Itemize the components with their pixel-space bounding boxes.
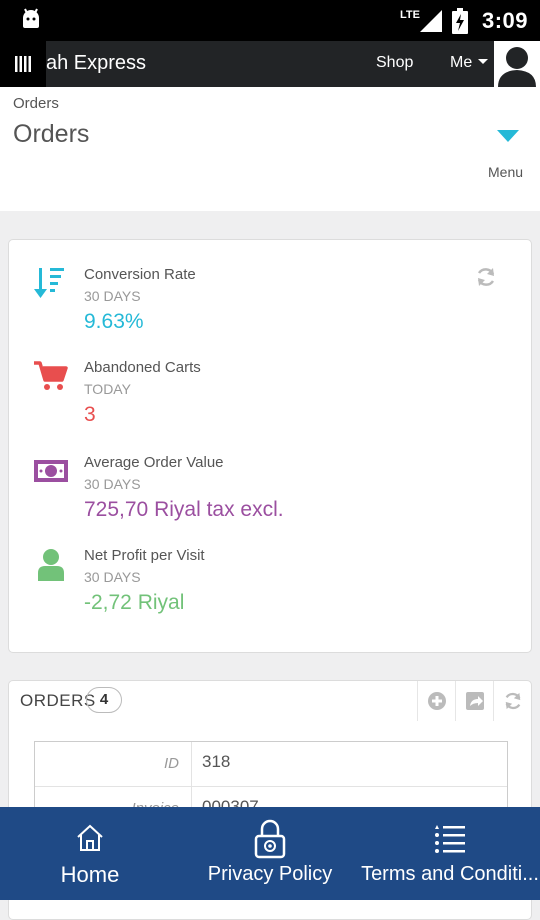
nav-terms-and-conditions[interactable]: Terms and Conditi... [360,807,540,900]
shop-name[interactable]: ah Express [46,52,146,75]
status-bar: LTE 3:09 [0,0,540,41]
money-icon [34,460,68,482]
kpi-period: 30 DAYS [84,476,141,492]
panel-toolbar [417,681,531,721]
kpi-label: Average Order Value [84,454,224,471]
kpi-average-order-value[interactable]: Average Order Value 30 DAYS 725,70 Riyal… [9,454,531,544]
caret-down-icon[interactable] [497,130,519,142]
avatar[interactable] [494,41,540,87]
nav-home[interactable]: Home [0,807,180,900]
sort-amount-down-icon [34,268,64,298]
shopping-cart-icon [34,361,68,390]
plus-circle-icon [427,692,446,710]
row-label: ID [35,742,192,786]
kpi-value: -2,72 Riyal [84,591,185,614]
kpi-card: Conversion Rate 30 DAYS 9.63% Abandoned … [8,239,532,653]
kpi-period: TODAY [84,381,131,397]
nav-label: Terms and Conditi... [361,863,539,885]
nav-label: Privacy Policy [207,863,333,885]
orders-count-badge: 4 [86,687,122,713]
breadcrumb[interactable]: Orders [13,95,59,112]
kpi-value: 725,70 Riyal tax excl. [84,498,284,521]
kpi-period: 30 DAYS [84,288,141,304]
list-icon [435,825,465,853]
app-header: ah Express Shop Me [0,41,540,87]
menu-bars-icon [15,56,31,72]
row-value: 318 [202,752,231,771]
user-icon [38,549,64,581]
orders-panel-title: ORDERS [20,691,96,710]
refresh-orders-button[interactable] [493,681,531,721]
kpi-abandoned-carts[interactable]: Abandoned Carts TODAY 3 [9,359,531,449]
menu-toggle-label[interactable]: Menu [488,164,523,180]
kpi-value: 9.63% [84,310,144,333]
android-notification-icon [23,8,39,28]
caret-down-icon [478,59,489,64]
table-row[interactable]: ID 318 [35,742,507,787]
bottom-navigation: Home Privacy Policy Terms and Conditi... [0,807,540,900]
page-header: Orders Orders Menu [0,87,540,211]
kpi-label: Net Profit per Visit [84,547,205,564]
export-button[interactable] [455,681,493,721]
network-type: LTE [399,9,420,21]
lock-icon [254,819,286,859]
nav-label: Home [60,862,120,887]
kpi-label: Conversion Rate [84,266,196,283]
home-icon [77,824,103,851]
kpi-label: Abandoned Carts [84,359,201,376]
kpi-net-profit-per-visit[interactable]: Net Profit per Visit 30 DAYS -2,72 Riyal [9,547,531,637]
user-silhouette-icon [498,47,536,87]
kpi-conversion-rate[interactable]: Conversion Rate 30 DAYS 9.63% [9,266,531,356]
status-clock: 3:09 [481,8,528,33]
battery-charging-icon [451,8,468,34]
page-title: Orders [13,120,90,148]
refresh-icon [505,692,520,710]
sidebar-toggle-button[interactable] [0,41,46,87]
share-square-icon [465,692,484,710]
signal-icon [419,10,442,32]
me-dropdown[interactable]: Me [450,54,489,72]
kpi-value: 3 [84,403,96,426]
kpi-period: 30 DAYS [84,569,141,585]
add-order-button[interactable] [417,681,455,721]
shop-link[interactable]: Shop [376,54,413,72]
nav-privacy-policy[interactable]: Privacy Policy [180,807,360,900]
me-label: Me [450,54,473,71]
